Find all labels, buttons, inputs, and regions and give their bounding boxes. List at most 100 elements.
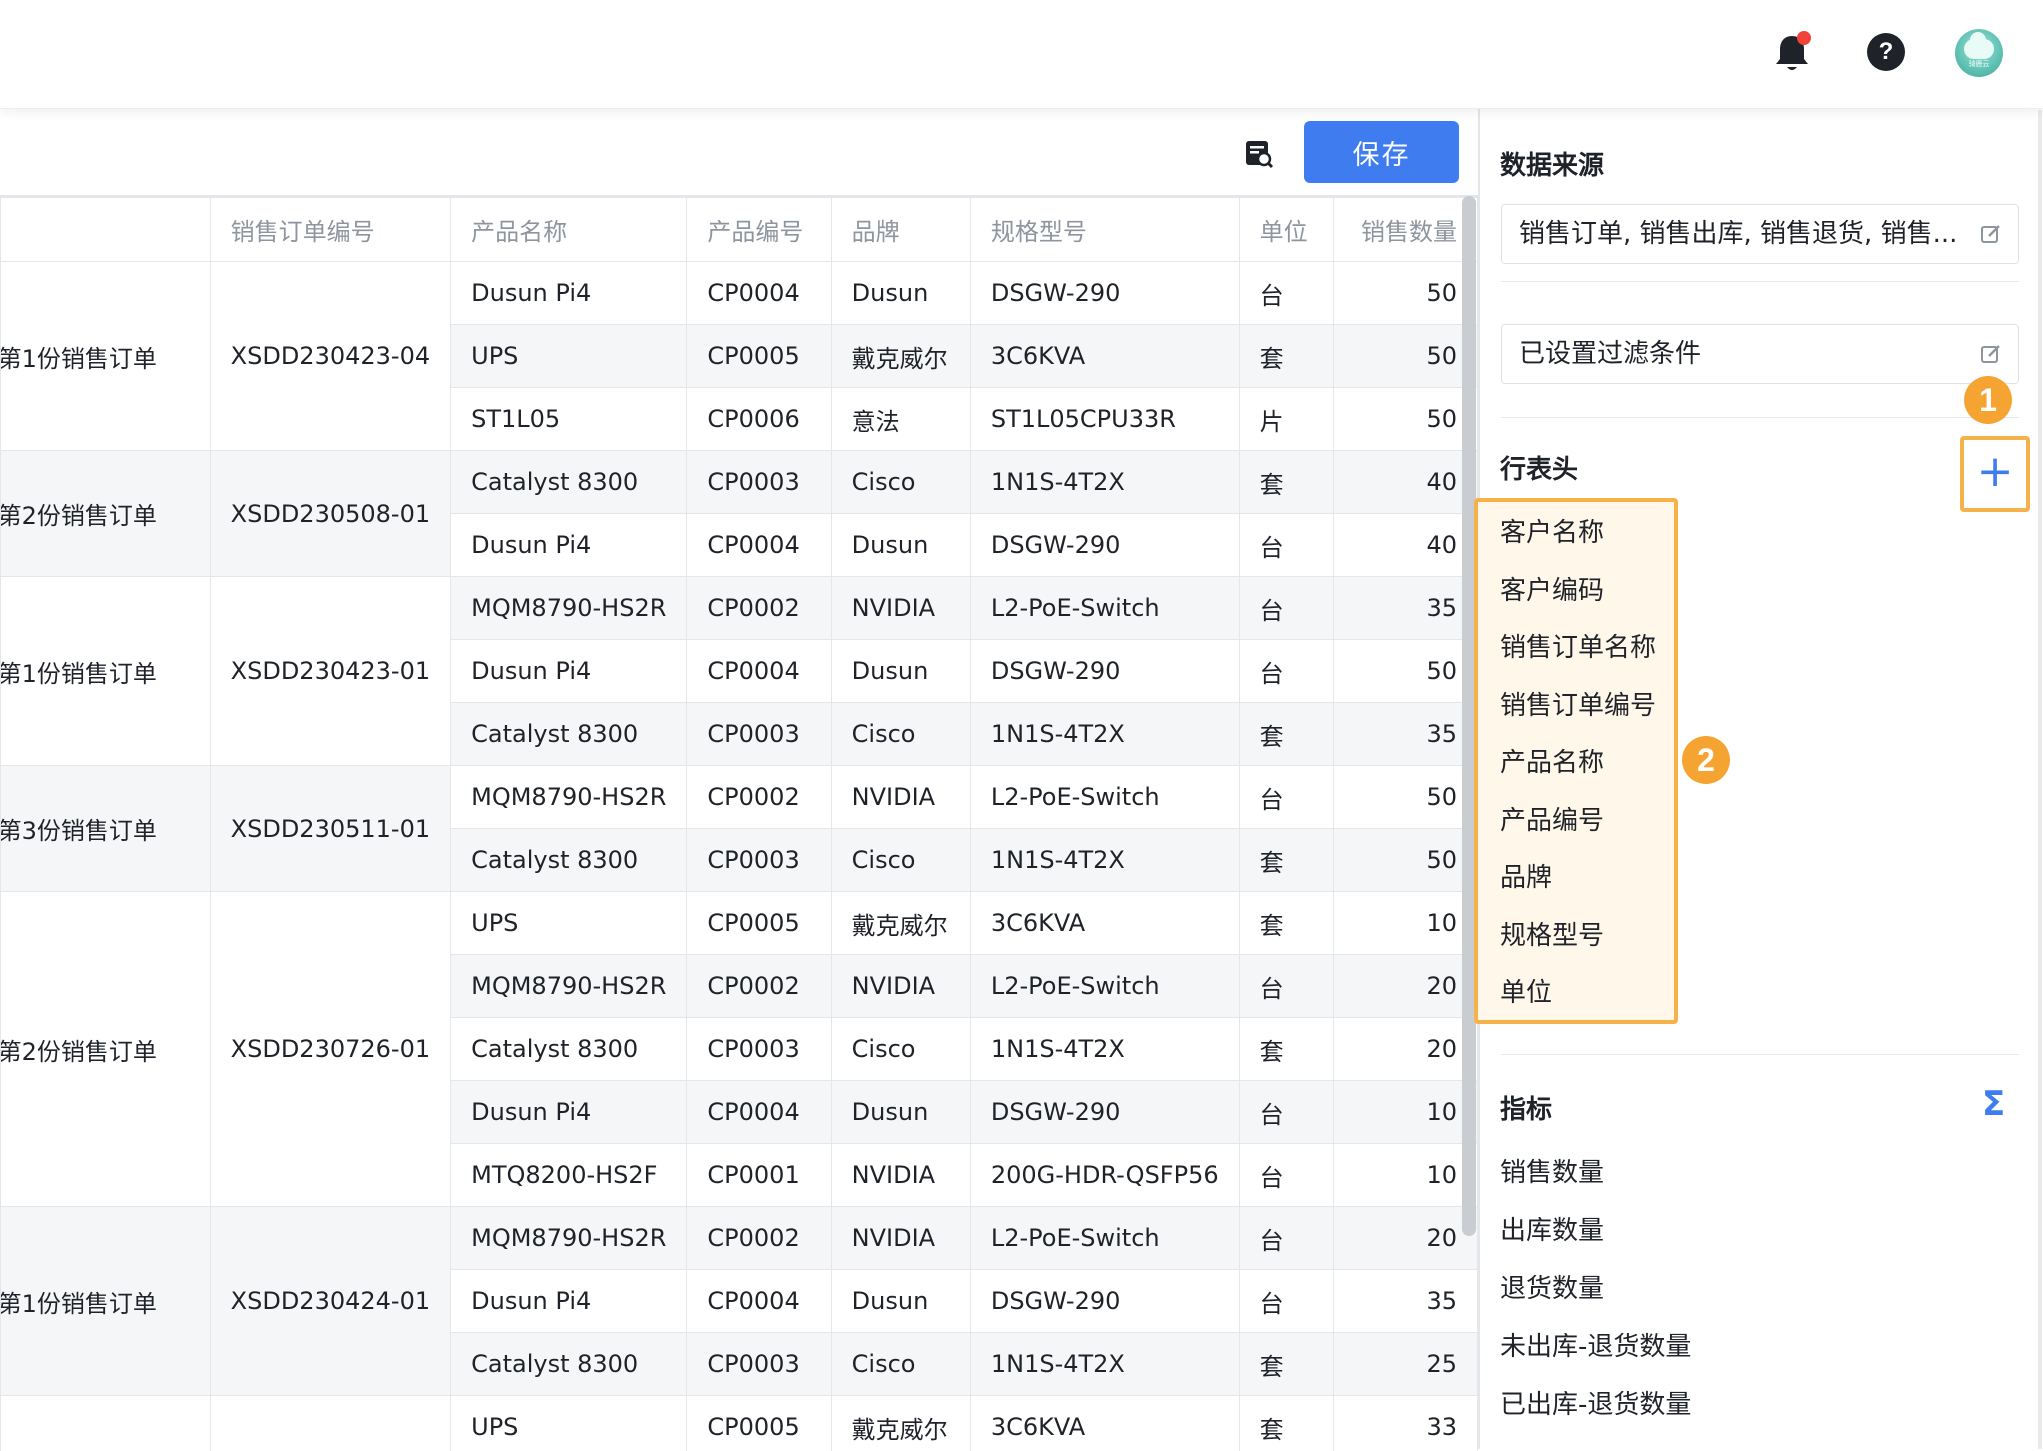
table-row[interactable]: UPSCP0005戴克威尔3C6KVA套33 [1, 1396, 1478, 1451]
edit-icon[interactable] [1980, 223, 2002, 245]
cell-sales-qty: 50 [1334, 388, 1478, 451]
cell-product-code: CP0002 [687, 577, 831, 640]
column-header-product-name[interactable]: 产品名称 [451, 198, 687, 262]
row-header-item[interactable]: 客户编码 [1500, 570, 1604, 607]
cell-product-name: MTQ8200-HS2F [451, 1144, 687, 1207]
cell-brand: Cisco [831, 703, 970, 766]
row-header-item[interactable]: 产品编号 [1500, 800, 1604, 837]
row-header-item[interactable]: 品牌 [1500, 857, 1552, 894]
cell-spec: 3C6KVA [970, 325, 1239, 388]
cell-sales-qty: 50 [1334, 325, 1478, 388]
cell-customer: -第2份销售订单 [1, 892, 211, 1207]
cell-product-name: Catalyst 8300 [451, 829, 687, 892]
report-table: 销售订单编号 产品名称 产品编号 品牌 规格型号 单位 销售数量 -第1份销售订… [0, 197, 1478, 1451]
cell-sales-qty: 35 [1334, 703, 1478, 766]
cell-order-no: XSDD230424-01 [210, 1207, 450, 1396]
cell-order-no [210, 1396, 450, 1451]
panel-scrollbar[interactable] [2038, 110, 2042, 1449]
cell-order-no: XSDD230423-04 [210, 262, 450, 451]
cell-customer: -第1份销售订单 [1, 262, 211, 451]
filter-field[interactable]: 已设置过滤条件 [1501, 324, 2019, 384]
row-header-item[interactable]: 销售订单编号 [1500, 685, 1656, 722]
sigma-icon[interactable]: Σ [1982, 1084, 2005, 1124]
save-button[interactable]: 保存 [1304, 121, 1459, 183]
cell-product-name: Catalyst 8300 [451, 1333, 687, 1396]
cell-product-code: CP0004 [687, 1081, 831, 1144]
add-row-header-button[interactable]: + [1960, 436, 2030, 512]
row-header-item[interactable]: 产品名称 [1500, 742, 1604, 779]
cell-brand: 戴克威尔 [831, 325, 970, 388]
cell-customer: -第1份销售订单 [1, 577, 211, 766]
divider [1501, 417, 2019, 418]
cell-spec: 1N1S-4T2X [970, 1018, 1239, 1081]
preview-icon[interactable] [1244, 139, 1274, 169]
metric-item[interactable]: 销售数量 [1500, 1152, 1604, 1189]
cell-brand: 戴克威尔 [831, 1396, 970, 1451]
cell-unit: 套 [1239, 451, 1334, 514]
report-table-container: 销售订单编号 产品名称 产品编号 品牌 规格型号 单位 销售数量 -第1份销售订… [0, 195, 1478, 1451]
cell-brand: Cisco [831, 1333, 970, 1396]
cell-product-name: MQM8790-HS2R [451, 766, 687, 829]
row-header-item[interactable]: 客户名称 [1500, 512, 1604, 549]
row-header-title: 行表头 [1500, 449, 1578, 486]
table-row[interactable]: -第2份销售订单XSDD230726-01UPSCP0005戴克威尔3C6KVA… [1, 892, 1478, 955]
cell-customer-text: -第1份销售订单 [1, 1284, 190, 1319]
cell-sales-qty: 35 [1334, 1270, 1478, 1333]
column-header-brand[interactable]: 品牌 [831, 198, 970, 262]
table-row[interactable]: -第1份销售订单XSDD230424-01MQM8790-HS2RCP0002N… [1, 1207, 1478, 1270]
cell-brand: Cisco [831, 451, 970, 514]
cell-sales-qty: 35 [1334, 577, 1478, 640]
column-header-customer[interactable] [1, 198, 211, 262]
column-header-product-code[interactable]: 产品编号 [687, 198, 831, 262]
cell-product-code: CP0003 [687, 703, 831, 766]
report-toolbar: 保存 [0, 109, 1478, 195]
cell-product-name: Dusun Pi4 [451, 1081, 687, 1144]
metric-item[interactable]: 退货数量 [1500, 1268, 1604, 1305]
row-header-item[interactable]: 单位 [1500, 972, 1552, 1009]
metric-item[interactable]: 已出库-退货数量 [1500, 1384, 1691, 1421]
cell-brand: Cisco [831, 829, 970, 892]
table-row[interactable]: -第2份销售订单XSDD230508-01Catalyst 8300CP0003… [1, 451, 1478, 514]
column-header-order-no[interactable]: 销售订单编号 [210, 198, 450, 262]
cell-spec: L2-PoE-Switch [970, 766, 1239, 829]
config-panel: 数据来源 销售订单, 销售出库, 销售退货, 销售... 已设置过滤条件 行表头… [1478, 109, 2043, 1449]
avatar[interactable]: 骑鹿云 [1955, 29, 2003, 77]
cell-order-no: XSDD230726-01 [210, 892, 450, 1207]
edit-icon[interactable] [1980, 343, 2002, 365]
cell-product-name: Dusun Pi4 [451, 1270, 687, 1333]
cell-spec: DSGW-290 [970, 640, 1239, 703]
cell-sales-qty: 25 [1334, 1333, 1478, 1396]
cell-sales-qty: 40 [1334, 451, 1478, 514]
column-header-spec[interactable]: 规格型号 [970, 198, 1239, 262]
cell-sales-qty: 20 [1334, 1207, 1478, 1270]
table-row[interactable]: -第1份销售订单XSDD230423-04Dusun Pi4CP0004Dusu… [1, 262, 1478, 325]
cell-unit: 片 [1239, 388, 1334, 451]
cell-spec: 200G-HDR-QSFP56 [970, 1144, 1239, 1207]
cell-unit: 台 [1239, 640, 1334, 703]
cell-sales-qty: 20 [1334, 955, 1478, 1018]
column-header-sales-qty[interactable]: 销售数量 [1334, 198, 1478, 262]
cell-product-name: UPS [451, 892, 687, 955]
cell-spec: 1N1S-4T2X [970, 1333, 1239, 1396]
row-header-item[interactable]: 规格型号 [1500, 915, 1604, 952]
cell-product-name: Catalyst 8300 [451, 451, 687, 514]
cell-sales-qty: 10 [1334, 1081, 1478, 1144]
data-source-field[interactable]: 销售订单, 销售出库, 销售退货, 销售... [1501, 204, 2019, 264]
cell-sales-qty: 40 [1334, 514, 1478, 577]
cell-product-code: CP0004 [687, 262, 831, 325]
cell-product-name: Catalyst 8300 [451, 703, 687, 766]
data-source-title: 数据来源 [1500, 145, 1604, 182]
cell-product-code: CP0004 [687, 514, 831, 577]
help-icon[interactable]: ? [1867, 33, 1905, 71]
cell-spec: 3C6KVA [970, 1396, 1239, 1451]
table-row[interactable]: -第1份销售订单XSDD230423-01MQM8790-HS2RCP0002N… [1, 577, 1478, 640]
cell-product-code: CP0004 [687, 640, 831, 703]
row-header-item[interactable]: 销售订单名称 [1500, 627, 1656, 664]
bell-icon[interactable] [1772, 30, 1812, 74]
metric-item[interactable]: 出库数量 [1500, 1210, 1604, 1247]
cell-product-name: UPS [451, 1396, 687, 1451]
column-header-unit[interactable]: 单位 [1239, 198, 1334, 262]
metric-item[interactable]: 未出库-退货数量 [1500, 1326, 1691, 1363]
table-row[interactable]: -第3份销售订单XSDD230511-01MQM8790-HS2RCP0002N… [1, 766, 1478, 829]
cell-spec: DSGW-290 [970, 1270, 1239, 1333]
